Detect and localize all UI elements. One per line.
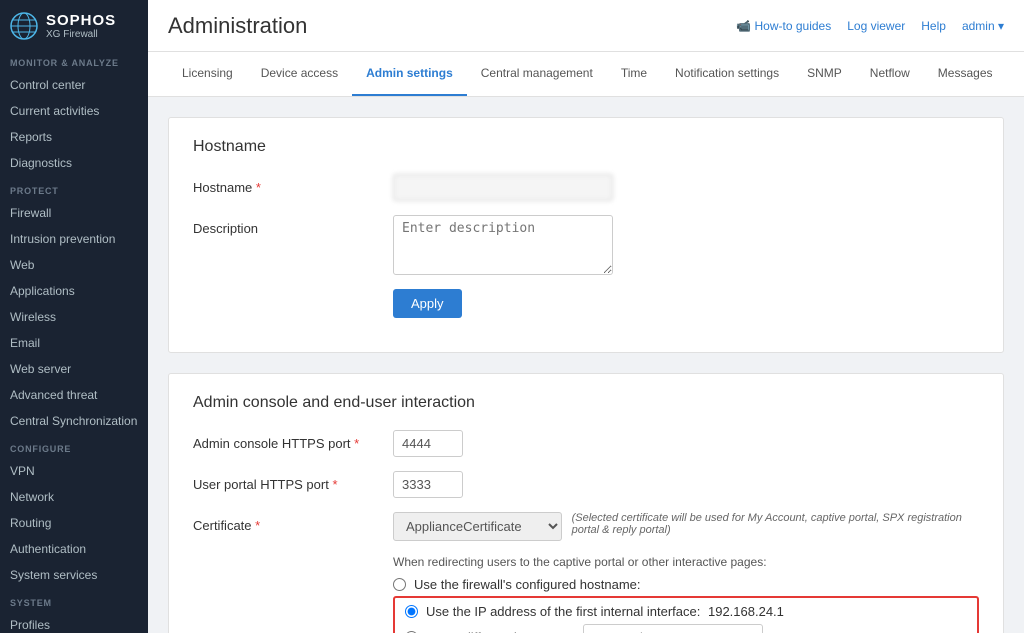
section-label-protect: PROTECT [0,176,148,200]
tab-messages[interactable]: Messages [924,52,1007,96]
hostname-label: Hostname * [193,174,393,195]
certificate-note: (Selected certificate will be used for M… [572,512,979,536]
logo: SOPHOS XG Firewall [0,0,148,48]
certificate-select[interactable]: ApplianceCertificate [393,512,562,541]
section-label-system: SYSTEM [0,588,148,612]
topbar-actions: 📹 How-to guides Log viewer Help admin ▾ [736,19,1004,33]
page-title: Administration [168,13,307,39]
hostname-card: Hostname Hostname * Description [168,117,1004,353]
redirect-caption-row: When redirecting users to the captive po… [193,555,979,569]
radio-row-different: Use a different hostname: [405,624,967,633]
radio-ip-label: Use the IP address of the first internal… [426,604,784,619]
radio-row-hostname: Use the firewall's configured hostname: [193,577,979,592]
hostname-row: Hostname * [193,174,979,201]
tab-device-access[interactable]: Device access [247,52,352,96]
admin-https-required: * [354,436,359,451]
tab-time[interactable]: Time [607,52,661,96]
user-portal-input[interactable] [393,471,463,498]
radio-use-ip[interactable] [405,605,418,618]
brand-subtitle: XG Firewall [46,29,116,40]
sidebar: SOPHOS XG Firewall MONITOR & ANALYZE Con… [0,0,148,633]
sidebar-section-monitor: MONITOR & ANALYZE Control center Current… [0,48,148,176]
highlighted-radio-section: Use the IP address of the first internal… [393,596,979,633]
sidebar-item-reports[interactable]: Reports [0,124,148,150]
sophos-globe-icon [10,12,38,40]
sidebar-item-diagnostics[interactable]: Diagnostics [0,150,148,176]
admin-https-row: Admin console HTTPS port * [193,430,979,457]
admin-console-title: Admin console and end-user interaction [193,394,979,412]
sidebar-item-email[interactable]: Email [0,330,148,356]
section-label-configure: CONFIGURE [0,434,148,458]
section-label-monitor: MONITOR & ANALYZE [0,48,148,72]
certificate-required: * [255,518,260,533]
topbar: Administration 📹 How-to guides Log viewe… [148,0,1024,52]
radio-use-hostname[interactable] [393,578,406,591]
sidebar-item-system-services[interactable]: System services [0,562,148,588]
sidebar-item-applications[interactable]: Applications [0,278,148,304]
sidebar-item-current-activities[interactable]: Current activities [0,98,148,124]
redirect-spacer [193,559,393,565]
sidebar-item-control-center[interactable]: Control center [0,72,148,98]
sidebar-item-web[interactable]: Web [0,252,148,278]
hostname-section-title: Hostname [193,138,979,156]
user-portal-label: User portal HTTPS port * [193,471,393,492]
radio-row-ip: Use the IP address of the first internal… [405,604,967,619]
sidebar-item-intrusion-prevention[interactable]: Intrusion prevention [0,226,148,252]
tab-notification-settings[interactable]: Notification settings [661,52,793,96]
sidebar-section-protect: PROTECT Firewall Intrusion prevention We… [0,176,148,434]
tab-snmp[interactable]: SNMP [793,52,856,96]
content-area: Hostname Hostname * Description [148,97,1024,633]
admin-console-card: Admin console and end-user interaction A… [168,373,1004,633]
brand-name: SOPHOS [46,12,116,29]
sidebar-item-advanced-threat[interactable]: Advanced threat [0,382,148,408]
different-hostname-input[interactable] [583,624,763,633]
certificate-row: Certificate * ApplianceCertificate (Sele… [193,512,979,541]
sidebar-item-firewall[interactable]: Firewall [0,200,148,226]
sidebar-item-authentication[interactable]: Authentication [0,536,148,562]
hostname-required: * [256,180,261,195]
ip-value: 192.168.24.1 [708,604,784,619]
tab-netflow[interactable]: Netflow [856,52,924,96]
tab-admin-settings[interactable]: Admin settings [352,52,467,96]
sidebar-item-web-server[interactable]: Web server [0,356,148,382]
sidebar-item-network[interactable]: Network [0,484,148,510]
description-row: Description [193,215,979,275]
tab-bar: Licensing Device access Admin settings C… [148,52,1024,97]
redirect-caption: When redirecting users to the captive po… [393,555,767,569]
sidebar-section-configure: CONFIGURE VPN Network Routing Authentica… [0,434,148,588]
sidebar-item-central-sync[interactable]: Central Synchronization [0,408,148,434]
certificate-label: Certificate * [193,512,393,533]
hostname-apply-row: Apply [193,289,979,318]
sidebar-item-wireless[interactable]: Wireless [0,304,148,330]
admin-menu[interactable]: admin ▾ [962,19,1004,33]
admin-https-label: Admin console HTTPS port * [193,430,393,451]
video-icon: 📹 [736,19,751,33]
sidebar-item-profiles[interactable]: Profiles [0,612,148,633]
tab-licensing[interactable]: Licensing [168,52,247,96]
hostname-input[interactable] [393,174,613,201]
description-input[interactable] [393,215,613,275]
help-link[interactable]: Help [921,19,946,33]
user-portal-row: User portal HTTPS port * [193,471,979,498]
user-portal-required: * [332,477,337,492]
tab-central-management[interactable]: Central management [467,52,607,96]
log-viewer-link[interactable]: Log viewer [847,19,905,33]
sidebar-item-routing[interactable]: Routing [0,510,148,536]
how-to-guides-link[interactable]: 📹 How-to guides [736,19,831,33]
main-content: Administration 📹 How-to guides Log viewe… [148,0,1024,633]
sidebar-section-system: SYSTEM Profiles Hosts and services Admin… [0,588,148,633]
radio-hostname-label: Use the firewall's configured hostname: [414,577,640,592]
hostname-apply-button[interactable]: Apply [393,289,462,318]
sidebar-item-vpn[interactable]: VPN [0,458,148,484]
description-label: Description [193,215,393,236]
admin-https-input[interactable] [393,430,463,457]
